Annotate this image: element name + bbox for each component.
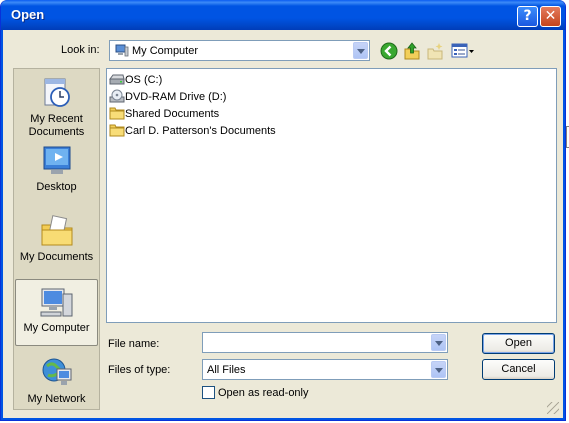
close-button[interactable]: ✕ [540,6,561,27]
my-computer-small-icon [115,44,129,57]
place-label: My Documents [19,251,94,263]
chevron-down-icon[interactable] [431,361,446,378]
open-dialog: Open ? ✕ Look in: My Computer My Recent … [0,0,566,421]
cancel-button[interactable]: Cancel [482,359,555,380]
item-name: OS (C:) [125,74,163,86]
desktop-icon [43,146,70,174]
my-documents-icon [41,215,72,246]
title-bar[interactable]: Open ? ✕ [1,0,565,30]
place-label: Desktop [36,181,77,193]
file-list[interactable]: OS (C:) DVD-RAM Drive (D:) Shared Docume… [106,68,557,323]
dialog-body: Look in: My Computer My Recent Documents… [5,30,563,418]
files-of-type-dropdown[interactable]: All Files [202,359,448,380]
dvd-drive-icon [109,89,125,103]
read-only-label: Open as read-only [218,387,309,399]
files-of-type-value: All Files [207,364,246,376]
look-in-value: My Computer [132,45,199,57]
place-my-documents[interactable]: My Documents [15,213,98,264]
place-my-recent-documents[interactable]: My Recent Documents [15,75,98,139]
my-computer-icon [40,288,72,317]
list-item[interactable]: DVD-RAM Drive (D:) [109,89,226,106]
list-item[interactable]: Carl D. Patterson's Documents [109,123,276,140]
help-button[interactable]: ? [517,6,538,27]
hard-drive-icon [109,74,125,85]
item-name: DVD-RAM Drive (D:) [125,91,227,103]
place-label: My Recent Documents [28,113,85,138]
resize-grip[interactable] [547,402,559,414]
places-bar: My Recent Documents Desktop My Documents [13,68,100,410]
chevron-down-icon[interactable] [353,42,368,59]
list-item[interactable]: OS (C:) [109,72,162,89]
folder-icon [109,107,125,120]
file-name-field[interactable] [202,332,448,353]
files-of-type-label: Files of type: [108,364,171,376]
chevron-down-icon[interactable] [431,334,446,351]
file-name-label: File name: [108,338,160,350]
back-icon[interactable] [380,42,398,60]
my-network-icon [42,358,71,385]
place-label: My Computer [23,322,90,334]
place-my-computer[interactable]: My Computer [15,279,98,346]
look-in-dropdown[interactable]: My Computer [109,40,370,61]
dialog-title: Open [11,7,45,22]
new-folder-icon[interactable] [426,42,444,60]
recent-documents-icon [44,78,70,107]
place-desktop[interactable]: Desktop [15,143,98,194]
item-name: Carl D. Patterson's Documents [125,125,276,137]
place-my-network[interactable]: My Network [15,355,98,406]
item-name: Shared Documents [125,108,220,120]
list-item[interactable]: Shared Documents [109,106,219,123]
view-menu-icon[interactable] [451,42,475,60]
open-button[interactable]: Open [482,333,555,354]
look-in-label: Look in: [61,44,100,56]
place-label: My Network [27,393,86,405]
read-only-checkbox[interactable] [202,386,215,399]
folder-icon [109,124,125,137]
up-folder-icon[interactable] [403,42,421,60]
